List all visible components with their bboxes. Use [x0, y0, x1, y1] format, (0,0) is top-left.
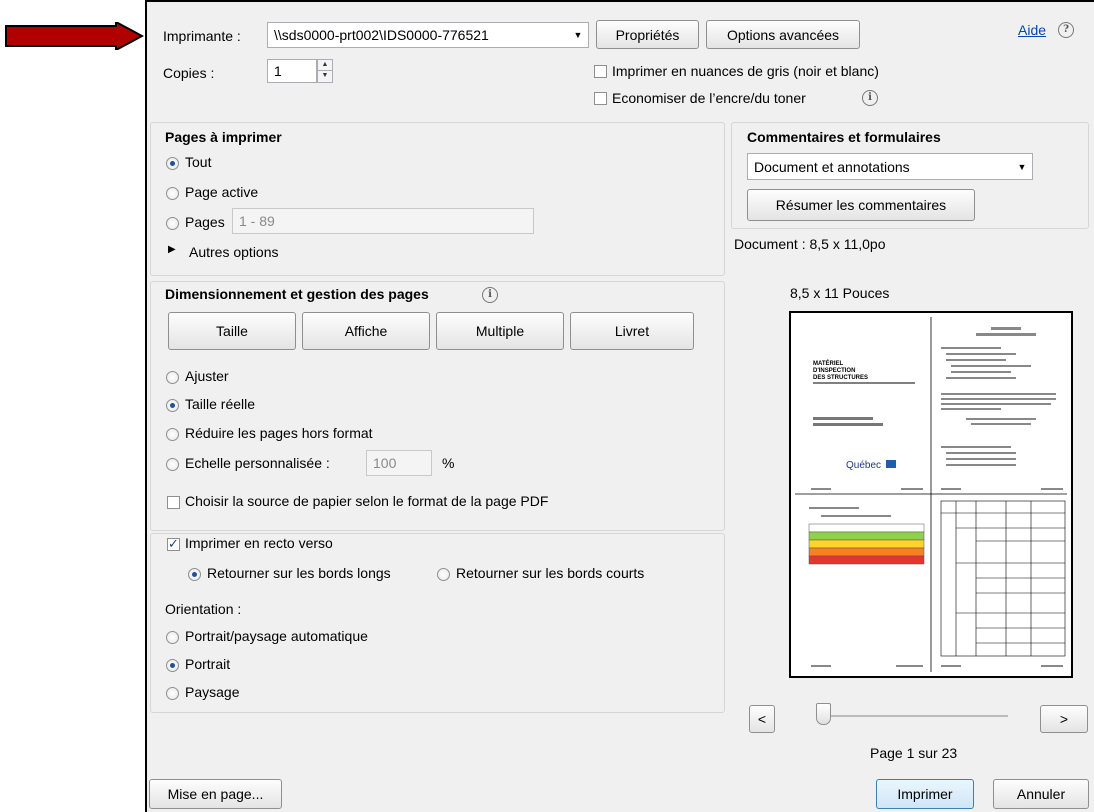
printer-select-value: \\sds0000-prt002\IDS0000-776521: [274, 27, 489, 43]
more-options-link[interactable]: Autres options: [189, 244, 279, 260]
pages-current-radio[interactable]: [166, 187, 179, 200]
tab-booklet[interactable]: Livret: [570, 312, 694, 350]
grayscale-label: Imprimer en nuances de gris (noir et bla…: [612, 63, 879, 79]
portrait-radio[interactable]: [166, 659, 179, 672]
stepper-up-icon[interactable]: ▲: [318, 60, 332, 70]
portrait-label: Portrait: [185, 656, 231, 672]
printer-label: Imprimante :: [163, 28, 241, 44]
annotation-arrow-icon: [5, 22, 144, 50]
stepper-down-icon[interactable]: ▼: [318, 70, 332, 80]
save-ink-label: Economiser de l’encre/du toner: [612, 90, 806, 106]
fit-radio[interactable]: [166, 371, 179, 384]
tab-size[interactable]: Taille: [168, 312, 296, 350]
pages-range-input[interactable]: 1 - 89: [232, 208, 534, 234]
printer-select[interactable]: \\sds0000-prt002\IDS0000-776521 ▼: [267, 22, 589, 48]
percent-label: %: [442, 455, 455, 471]
custom-scale-input[interactable]: 100: [366, 450, 432, 476]
pages-range-value: 1 - 89: [239, 213, 275, 229]
pages-range-radio[interactable]: [166, 217, 179, 230]
tab-poster[interactable]: Affiche: [302, 312, 430, 350]
long-edge-label: Retourner sur les bords longs: [207, 565, 391, 581]
fit-label: Ajuster: [185, 368, 229, 384]
next-page-button[interactable]: >: [1040, 705, 1088, 733]
page-preview: MATÉRIEL D'INSPECTION DES STRUCTURES Qué…: [789, 311, 1073, 678]
document-size-label: Document : 8,5 x 11,0po: [734, 236, 886, 252]
print-button[interactable]: Imprimer: [876, 779, 974, 809]
thumb-title-3: DES STRUCTURES: [813, 375, 868, 381]
orientation-title: Orientation :: [165, 601, 242, 617]
paper-source-checkbox[interactable]: [167, 496, 180, 509]
info-icon[interactable]: i: [862, 90, 878, 106]
sizing-info-icon[interactable]: i: [482, 287, 498, 303]
grayscale-checkbox[interactable]: [594, 65, 607, 78]
prev-page-button[interactable]: <: [749, 705, 775, 733]
copies-stepper[interactable]: ▲ ▼: [317, 59, 333, 83]
page-preview-thumbnail: MATÉRIEL D'INSPECTION DES STRUCTURES Qué…: [795, 317, 1067, 672]
landscape-label: Paysage: [185, 684, 240, 700]
page-indicator: Page 1 sur 23: [870, 745, 958, 761]
copies-label: Copies :: [163, 65, 215, 81]
long-edge-radio[interactable]: [188, 568, 201, 581]
landscape-radio[interactable]: [166, 687, 179, 700]
custom-scale-value: 100: [373, 455, 397, 471]
tab-multiple[interactable]: Multiple: [436, 312, 564, 350]
comments-title: Commentaires et formulaires: [747, 129, 941, 145]
page-setup-button[interactable]: Mise en page...: [149, 779, 282, 809]
comments-select-value: Document et annotations: [754, 158, 910, 175]
help-link[interactable]: Aide: [1018, 22, 1046, 38]
short-edge-radio[interactable]: [437, 568, 450, 581]
pages-all-radio[interactable]: [166, 157, 179, 170]
duplex-checkbox[interactable]: [167, 536, 180, 552]
chevron-down-icon: ▼: [1017, 161, 1027, 172]
pages-title: Pages à imprimer: [165, 129, 282, 145]
auto-orientation-label: Portrait/paysage automatique: [185, 628, 368, 644]
chevron-down-icon: ▼: [573, 30, 583, 40]
pages-range-label: Pages: [185, 214, 225, 230]
shrink-radio[interactable]: [166, 428, 179, 441]
custom-scale-label: Echelle personnalisée :: [185, 455, 330, 471]
duplex-label: Imprimer en recto verso: [185, 535, 333, 551]
pages-all-label: Tout: [185, 154, 212, 170]
summarize-comments-button[interactable]: Résumer les commentaires: [747, 189, 975, 221]
advanced-options-button[interactable]: Options avancées: [706, 20, 860, 49]
custom-scale-radio[interactable]: [166, 458, 179, 471]
short-edge-label: Retourner sur les bords courts: [456, 565, 645, 581]
shrink-label: Réduire les pages hors format: [185, 425, 373, 441]
expand-triangle-icon[interactable]: ▶: [168, 244, 176, 255]
actual-size-label: Taille réelle: [185, 396, 256, 412]
page-slider-thumb[interactable]: [816, 703, 831, 725]
actual-size-radio[interactable]: [166, 399, 179, 412]
paper-source-label: Choisir la source de papier selon le for…: [185, 493, 549, 509]
thumb-title: MATÉRIEL: [813, 359, 844, 367]
thumb-title-2: D'INSPECTION: [813, 368, 855, 374]
thumb-brand: Québec: [846, 460, 881, 471]
cancel-button[interactable]: Annuler: [993, 779, 1089, 809]
save-ink-checkbox[interactable]: [594, 92, 607, 105]
comments-select[interactable]: Document et annotations ▼: [747, 153, 1033, 180]
pages-current-label: Page active: [185, 184, 259, 200]
help-icon[interactable]: ?: [1058, 22, 1074, 38]
copies-value: 1: [274, 63, 282, 79]
auto-orientation-radio[interactable]: [166, 631, 179, 644]
properties-button[interactable]: Propriétés: [596, 20, 699, 49]
page-slider-track[interactable]: [818, 715, 1008, 717]
copies-input[interactable]: 1: [267, 59, 317, 83]
paper-size-label: 8,5 x 11 Pouces: [790, 285, 890, 301]
sizing-title: Dimensionnement et gestion des pages: [165, 286, 429, 302]
